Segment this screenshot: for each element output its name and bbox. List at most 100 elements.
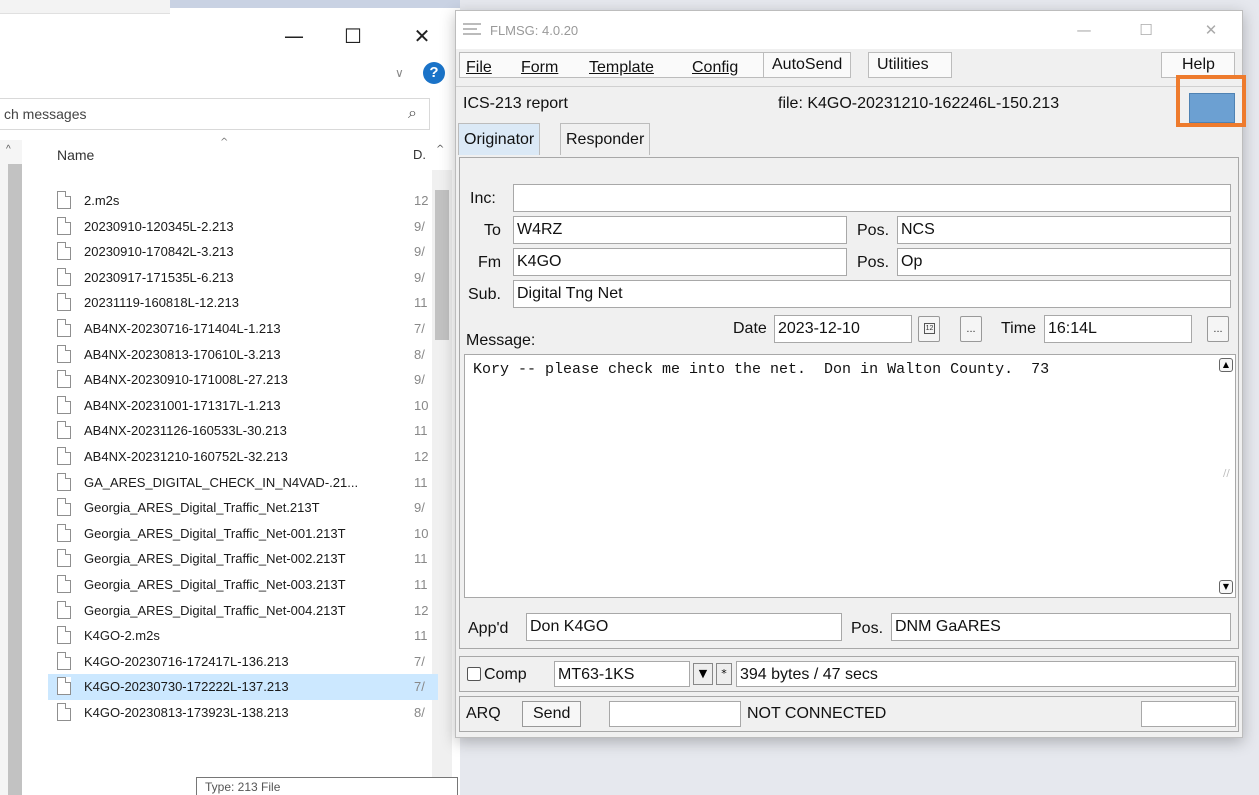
message-scrollbar[interactable]: ▲ // ▼: [1219, 358, 1233, 594]
autosend-button[interactable]: AutoSend: [763, 52, 852, 78]
minimize-icon[interactable]: —: [1064, 17, 1104, 43]
date-label: Date: [733, 320, 767, 337]
search-icon[interactable]: ⌕: [408, 103, 417, 123]
list-item[interactable]: K4GO-2.m2s 11: [48, 623, 438, 649]
list-item[interactable]: Georgia_ARES_Digital_Traffic_Net-001.213…: [48, 521, 438, 547]
transfer-size-info: 394 bytes / 47 secs: [736, 661, 1236, 687]
scroll-up-arrow-icon[interactable]: ▲: [1219, 358, 1233, 372]
fm-pos-label: Pos.: [857, 254, 890, 271]
to-field[interactable]: W4RZ: [513, 216, 847, 244]
help-icon[interactable]: ?: [423, 62, 445, 84]
scroll-up-icon[interactable]: ^: [436, 144, 444, 155]
tab-originator[interactable]: Originator: [458, 123, 541, 155]
list-item[interactable]: AB4NX-20231001-171317L-1.213 10: [48, 393, 438, 419]
list-item[interactable]: K4GO-20230716-172417L-136.213 7/: [48, 649, 438, 675]
list-item[interactable]: 20230910-120345L-2.213 9/: [48, 214, 438, 240]
file-name: GA_ARES_DIGITAL_CHECK_IN_N4VAD-.21...: [84, 474, 359, 490]
file-date: 11: [414, 474, 428, 490]
file-date: 12: [414, 448, 429, 464]
scroll-up-icon[interactable]: ^: [6, 144, 11, 155]
inc-field[interactable]: [513, 184, 1231, 212]
time-now-button[interactable]: ...: [1207, 316, 1229, 342]
file-date: 11: [414, 551, 428, 567]
appd-field[interactable]: Don K4GO: [526, 613, 842, 641]
time-field[interactable]: 16:14L: [1044, 315, 1192, 343]
file-name: Georgia_ARES_Digital_Traffic_Net-003.213…: [84, 576, 346, 592]
menu-template[interactable]: Template: [589, 59, 654, 77]
nav-scrollbar-thumb[interactable]: [8, 164, 22, 795]
appd-pos-label: Pos.: [851, 620, 884, 637]
tab-responder[interactable]: Responder: [560, 123, 651, 155]
chevron-down-icon[interactable]: ∨: [395, 66, 404, 80]
chevron-down-icon[interactable]: ▼: [693, 663, 713, 685]
file-icon: [57, 549, 71, 568]
list-item[interactable]: Georgia_ARES_Digital_Traffic_Net.213T 9/: [48, 495, 438, 521]
list-item[interactable]: 20230910-170842L-3.213 9/: [48, 239, 438, 265]
star-button[interactable]: *: [716, 663, 732, 685]
arq-row: ARQ Send NOT CONNECTED: [459, 696, 1239, 732]
menu-form[interactable]: Form: [521, 59, 558, 77]
file-name: Georgia_ARES_Digital_Traffic_Net-002.213…: [84, 551, 346, 567]
file-date: 9/: [414, 372, 425, 388]
title-bar[interactable]: FLMSG: 4.0.20 — ☐ ✕: [456, 11, 1242, 49]
file-icon: [57, 293, 71, 312]
compress-label: Comp: [484, 666, 527, 683]
message-textarea[interactable]: Kory -- please check me into the net. Do…: [464, 354, 1236, 598]
menu-config[interactable]: Config: [692, 59, 738, 77]
list-item[interactable]: 20230917-171535L-6.213 9/: [48, 265, 438, 291]
subject-field[interactable]: Digital Tng Net: [513, 280, 1231, 308]
compress-checkbox[interactable]: [467, 667, 481, 681]
form-type-label: ICS-213 report: [463, 95, 568, 112]
date-field[interactable]: 2023-12-10: [774, 315, 912, 343]
maximize-icon[interactable]: ☐: [1126, 17, 1166, 43]
fm-field[interactable]: K4GO: [513, 248, 847, 276]
file-name: 20230910-120345L-2.213: [84, 218, 234, 234]
utilities-button[interactable]: Utilities: [868, 52, 952, 78]
maximize-icon[interactable]: ☐: [331, 22, 375, 50]
list-item[interactable]: AB4NX-20231210-160752L-32.213 12: [48, 444, 438, 470]
file-date: 8/: [414, 346, 425, 362]
file-icon: [57, 523, 71, 542]
to-pos-label: Pos.: [857, 222, 890, 239]
send-button[interactable]: Send: [522, 701, 582, 727]
list-item[interactable]: AB4NX-20230813-170610L-3.213 8/: [48, 342, 438, 368]
column-header-name[interactable]: Name: [57, 147, 94, 163]
search-input[interactable]: ch messages: [4, 106, 86, 122]
arq-address-field[interactable]: [609, 701, 741, 727]
list-item-selected[interactable]: K4GO-20230730-172222L-137.213 7/: [48, 674, 438, 700]
list-item[interactable]: K4GO-20230813-173923L-138.213 8/: [48, 700, 438, 726]
list-item[interactable]: Georgia_ARES_Digital_Traffic_Net-004.213…: [48, 598, 438, 624]
explorer-top-strip: [0, 0, 170, 14]
date-now-button[interactable]: ...: [960, 316, 982, 342]
list-item[interactable]: AB4NX-20231126-160533L-30.213 11: [48, 418, 438, 444]
list-item[interactable]: 20231119-160818L-12.213 11: [48, 290, 438, 316]
appd-pos-field[interactable]: DNM GaARES: [891, 613, 1231, 641]
arq-progress-field: [1141, 701, 1236, 727]
search-box[interactable]: ch messages ⌕: [0, 98, 430, 130]
to-pos-field[interactable]: NCS: [897, 216, 1231, 244]
file-name: 20230917-171535L-6.213: [84, 269, 234, 285]
close-icon[interactable]: ✕: [400, 22, 444, 50]
column-header-date[interactable]: D.: [413, 147, 426, 162]
calendar-icon[interactable]: 12: [918, 316, 940, 342]
file-type-tooltip: Type: 213 File: [196, 777, 458, 795]
close-icon[interactable]: ✕: [1191, 17, 1231, 43]
file-name: K4GO-20230730-172222L-137.213: [84, 679, 289, 695]
list-item[interactable]: Georgia_ARES_Digital_Traffic_Net-003.213…: [48, 572, 438, 598]
minimize-icon[interactable]: —: [272, 22, 316, 50]
file-icon: [57, 242, 71, 261]
file-name: Georgia_ARES_Digital_Traffic_Net.213T: [84, 500, 320, 516]
file-date: 7/: [414, 679, 425, 695]
list-item[interactable]: AB4NX-20230716-171404L-1.213 7/: [48, 316, 438, 342]
file-icon: [57, 446, 71, 465]
list-item[interactable]: GA_ARES_DIGITAL_CHECK_IN_N4VAD-.21... 11: [48, 470, 438, 496]
scroll-down-arrow-icon[interactable]: ▼: [1219, 580, 1233, 594]
explorer-top-strip-right: [170, 0, 460, 8]
list-item[interactable]: Georgia_ARES_Digital_Traffic_Net-002.213…: [48, 546, 438, 572]
menu-file[interactable]: File: [466, 59, 492, 77]
list-item[interactable]: 2.m2s 12: [48, 188, 438, 214]
list-item[interactable]: AB4NX-20230910-171008L-27.213 9/: [48, 367, 438, 393]
modem-mode-select[interactable]: MT63-1KS: [554, 661, 690, 687]
fm-pos-field[interactable]: Op: [897, 248, 1231, 276]
file-icon: [57, 702, 71, 721]
